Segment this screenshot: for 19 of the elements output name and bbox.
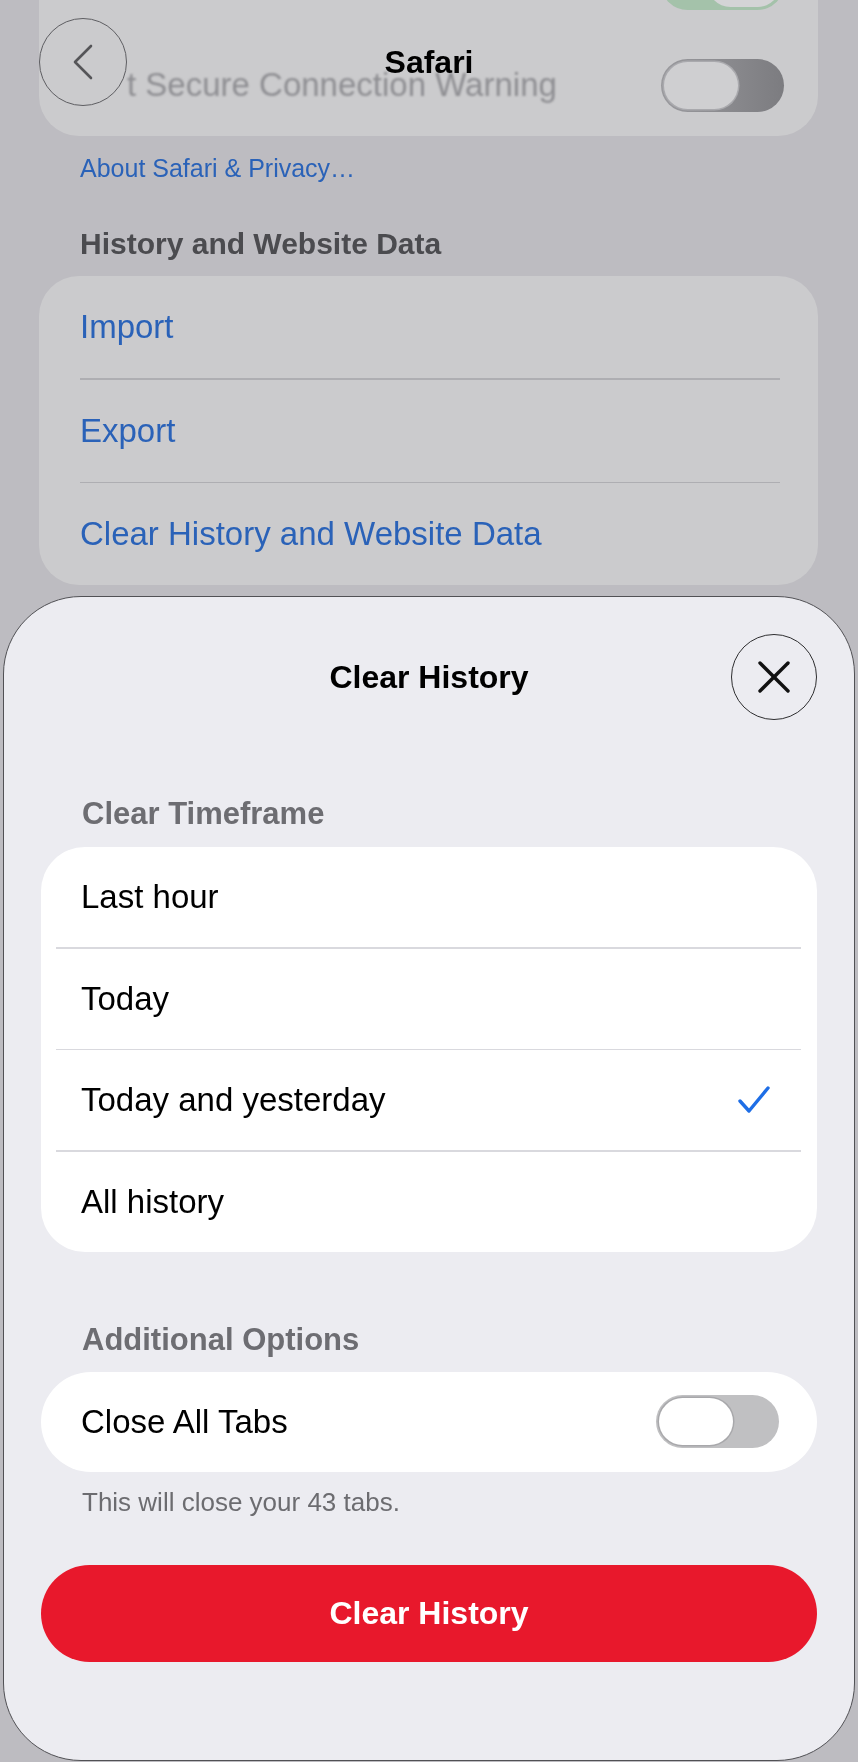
clear-history-button[interactable]: Clear History xyxy=(41,1564,817,1662)
section-header: History and Website Data xyxy=(80,226,442,262)
option-label: Close All Tabs xyxy=(81,1402,288,1441)
chevron-left-icon xyxy=(72,44,94,80)
toggle-switch[interactable] xyxy=(656,1395,779,1448)
timeframe-option[interactable]: Last hour xyxy=(41,847,817,947)
settings-item[interactable]: Clear History and Website Data xyxy=(39,483,818,585)
timeframe-option[interactable]: Today xyxy=(41,948,817,1049)
section-header: Clear Timeframe xyxy=(82,796,325,832)
sheet-title: Clear History xyxy=(329,659,529,695)
footer-note: This will close your 43 tabs. xyxy=(82,1486,400,1517)
section-header: Additional Options xyxy=(82,1321,360,1358)
settings-item[interactable]: Import xyxy=(39,276,818,378)
timeframe-option[interactable]: Today and yesterday xyxy=(41,1050,817,1150)
close-icon xyxy=(758,661,790,693)
settings-item[interactable]: Export xyxy=(39,379,818,482)
toggle-switch[interactable] xyxy=(661,58,784,112)
timeframe-option[interactable]: All history xyxy=(41,1151,817,1252)
about-link[interactable]: About Safari & Privacy… xyxy=(80,154,356,182)
